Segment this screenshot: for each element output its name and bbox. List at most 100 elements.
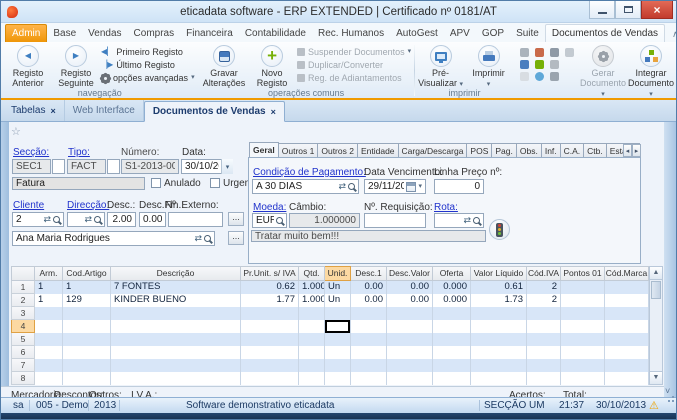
grid-column-header[interactable]: Arm. <box>35 266 63 281</box>
gravar-alteracoes-button[interactable]: Gravar Alterações <box>201 45 247 88</box>
grid-row-header[interactable]: 6 <box>11 346 35 359</box>
grid-cell[interactable] <box>299 372 325 385</box>
dropdown-icon[interactable]: ▾ <box>418 184 422 190</box>
misc-operation-icon[interactable] <box>520 72 529 81</box>
scroll-down-icon[interactable]: ▼ <box>650 371 662 384</box>
grid-cell[interactable] <box>527 320 561 333</box>
grid-cell[interactable] <box>111 359 241 372</box>
ribbon-tab-apv[interactable]: APV <box>444 24 476 42</box>
grid-cell[interactable] <box>561 333 605 346</box>
tab-scroll-right-button[interactable]: ▸ <box>632 144 641 157</box>
grid-cell[interactable] <box>35 320 63 333</box>
grid-cell[interactable] <box>35 333 63 346</box>
scroll-up-icon[interactable]: ▲ <box>650 267 662 280</box>
misc-operation-icon[interactable] <box>520 60 529 69</box>
grid-cell[interactable] <box>111 320 241 333</box>
grid-column-header[interactable]: Desc.Valor <box>387 266 433 281</box>
grid-cell[interactable] <box>241 359 299 372</box>
direccao-label[interactable]: Direcção: <box>67 200 109 211</box>
detail-tab-obs[interactable]: Obs. <box>517 143 542 158</box>
grid-cell[interactable] <box>35 307 63 320</box>
grid-cell[interactable] <box>561 307 605 320</box>
grid-column-header[interactable]: Cód.Marca <box>605 266 649 281</box>
grid-cell[interactable] <box>35 359 63 372</box>
novo-registo-button[interactable]: + Novo Registo <box>249 45 295 88</box>
grid-cell[interactable] <box>605 372 649 385</box>
lookup-icon[interactable] <box>53 216 60 223</box>
grid-row-header[interactable]: 7 <box>11 359 35 372</box>
seccao-sub-field[interactable] <box>52 159 65 174</box>
grid-cell[interactable] <box>387 346 433 359</box>
num-externo-field[interactable] <box>168 212 223 227</box>
maximize-button[interactable] <box>615 1 641 19</box>
suspender-documentos-button[interactable]: Suspender Documentos ▾ <box>297 46 411 58</box>
grid-cell[interactable] <box>387 320 433 333</box>
grid-cell[interactable] <box>527 372 561 385</box>
seccao-label[interactable]: Secção: <box>13 147 49 158</box>
seccao-field[interactable]: SEC1 <box>12 159 51 174</box>
rota-field[interactable]: ⇄ <box>434 213 484 228</box>
grid-column-header[interactable]: Cód.IVA <box>527 266 561 281</box>
grid-cell[interactable] <box>63 333 111 346</box>
grid-cell[interactable]: 0.62 <box>241 281 299 294</box>
grid-cell[interactable] <box>63 320 111 333</box>
grid-cell[interactable] <box>111 307 241 320</box>
ribbon-tab-vendas[interactable]: Vendas <box>82 24 127 42</box>
misc-operation-icon[interactable] <box>550 48 559 57</box>
detail-tab-geral[interactable]: Geral <box>249 142 279 158</box>
ribbon-tab-autogest[interactable]: AutoGest <box>390 24 444 42</box>
grid-cell[interactable]: 0.00 <box>351 294 387 307</box>
urgente-checkbox[interactable] <box>210 178 220 188</box>
detail-tab-pos[interactable]: POS <box>467 143 492 158</box>
data-vencimento-field[interactable]: 29/11/2013 ▾ <box>364 179 426 194</box>
grid-cell[interactable] <box>433 320 471 333</box>
grid-cell[interactable] <box>63 346 111 359</box>
grid-cell[interactable] <box>351 320 387 333</box>
grid-cell[interactable] <box>561 281 605 294</box>
grid-cell[interactable] <box>471 333 527 346</box>
grid-cell[interactable] <box>111 346 241 359</box>
grid-row-header[interactable]: 4 <box>11 320 35 333</box>
grid-cell[interactable]: 0.00 <box>387 281 433 294</box>
misc-operation-icon[interactable] <box>550 72 559 81</box>
grid-cell[interactable] <box>351 359 387 372</box>
cliente-label[interactable]: Cliente <box>13 200 44 211</box>
grid-cell[interactable] <box>605 307 649 320</box>
grid-cell[interactable] <box>241 346 299 359</box>
tipo-sub-field[interactable] <box>107 159 120 174</box>
grid-cell[interactable] <box>241 372 299 385</box>
grid-cell[interactable] <box>299 346 325 359</box>
ultimo-registo-button[interactable]: ▕▶ Último Registo <box>101 59 195 71</box>
grid-cell[interactable] <box>527 307 561 320</box>
grid-cell[interactable] <box>605 320 649 333</box>
grid-cell[interactable] <box>299 333 325 346</box>
grid-cell[interactable] <box>471 372 527 385</box>
swap-icon[interactable]: ⇄ <box>463 216 471 225</box>
grid-cell[interactable] <box>527 359 561 372</box>
doc-tab-documentos-de-vendas[interactable]: Documentos de Vendas × <box>144 101 285 122</box>
detail-tab-ctb[interactable]: Ctb. <box>584 143 607 158</box>
grid-row-header[interactable]: 3 <box>11 307 35 320</box>
grid-column-header[interactable]: Valor Líquido <box>471 266 527 281</box>
grid-cell[interactable] <box>299 320 325 333</box>
integrar-documento-button[interactable]: Integrar Documento ▾ <box>628 45 674 98</box>
detail-tab-ca[interactable]: C.A. <box>561 143 585 158</box>
requisicao-field[interactable] <box>364 213 426 228</box>
grid-column-header[interactable]: Qtd. <box>299 266 325 281</box>
detail-tab-inf[interactable]: Inf. <box>542 143 561 158</box>
ribbon-tab-suite[interactable]: Suite <box>510 24 545 42</box>
swap-icon[interactable]: ⇄ <box>338 182 346 191</box>
grid-cell[interactable] <box>35 346 63 359</box>
traffic-light-button[interactable] <box>489 219 510 240</box>
grid-cell[interactable] <box>527 346 561 359</box>
misc-operation-icon[interactable] <box>535 72 544 81</box>
grid-cell[interactable] <box>561 320 605 333</box>
desc-field[interactable]: 2.00 <box>107 212 136 227</box>
detail-tab-outros-1[interactable]: Outros 1 <box>279 143 319 158</box>
grid-cell[interactable]: 1 <box>63 281 111 294</box>
grid-cell[interactable] <box>605 281 649 294</box>
grid-cell[interactable]: 2 <box>527 281 561 294</box>
grid-cell[interactable] <box>351 333 387 346</box>
lookup-icon[interactable] <box>94 216 101 223</box>
close-button[interactable]: × <box>641 1 673 19</box>
